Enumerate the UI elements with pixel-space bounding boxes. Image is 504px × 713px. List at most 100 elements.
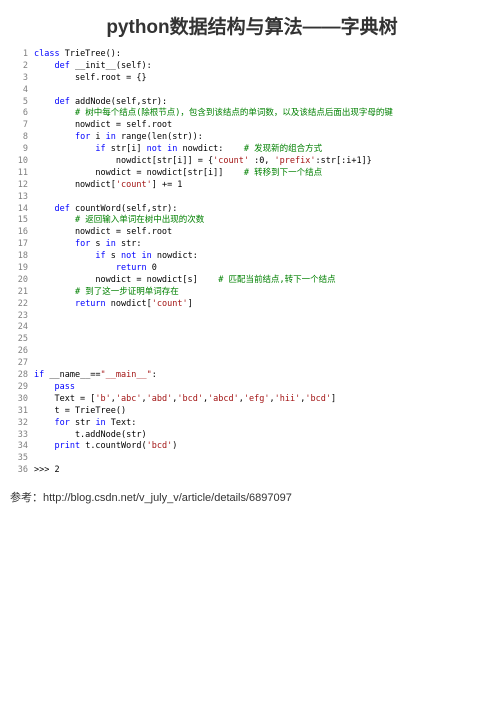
code-block: 1class TrieTree():2 def __init__(self):3… bbox=[0, 45, 504, 481]
code-line: 13 bbox=[10, 192, 494, 204]
code-content: if str[i] not in nowdict: # 发现新的组合方式 bbox=[34, 144, 322, 156]
line-number: 21 bbox=[10, 287, 28, 299]
code-content bbox=[34, 85, 39, 97]
code-content: nowdict[str[i]] = {'count' :0, 'prefix':… bbox=[34, 156, 372, 168]
code-content: for i in range(len(str)): bbox=[34, 132, 203, 144]
code-content: # 树中每个结点(除根节点)，包含到该结点的单词数，以及该结点后面出现字母的键 bbox=[34, 108, 393, 120]
code-line: 35 bbox=[10, 453, 494, 465]
code-line: 33 t.addNode(str) bbox=[10, 430, 494, 442]
line-number: 6 bbox=[10, 108, 28, 120]
code-content: def countWord(self,str): bbox=[34, 204, 177, 216]
line-number: 32 bbox=[10, 418, 28, 430]
code-content: self.root = {} bbox=[34, 73, 147, 85]
line-number: 23 bbox=[10, 311, 28, 323]
code-line: 19 return 0 bbox=[10, 263, 494, 275]
code-content bbox=[34, 334, 39, 346]
code-line: 8 for i in range(len(str)): bbox=[10, 132, 494, 144]
code-content: def addNode(self,str): bbox=[34, 97, 167, 109]
line-number: 2 bbox=[10, 61, 28, 73]
code-content: t.addNode(str) bbox=[34, 430, 147, 442]
line-number: 33 bbox=[10, 430, 28, 442]
code-content: t = TrieTree() bbox=[34, 406, 126, 418]
line-number: 15 bbox=[10, 215, 28, 227]
line-number: 28 bbox=[10, 370, 28, 382]
code-line: 20 nowdict = nowdict[s] # 匹配当前结点,转下一个结点 bbox=[10, 275, 494, 287]
code-content: >>> 2 bbox=[34, 465, 60, 477]
code-content: nowdict = nowdict[s] # 匹配当前结点,转下一个结点 bbox=[34, 275, 336, 287]
code-line: 27 bbox=[10, 358, 494, 370]
code-content: # 返回输入单词在树中出现的次数 bbox=[34, 215, 204, 227]
code-line: 16 nowdict = self.root bbox=[10, 227, 494, 239]
code-line: 26 bbox=[10, 346, 494, 358]
code-line: 32 for str in Text: bbox=[10, 418, 494, 430]
code-content: for str in Text: bbox=[34, 418, 136, 430]
code-line: 4 bbox=[10, 85, 494, 97]
code-line: 21 # 到了这一步证明单词存在 bbox=[10, 287, 494, 299]
line-number: 16 bbox=[10, 227, 28, 239]
line-number: 13 bbox=[10, 192, 28, 204]
line-number: 26 bbox=[10, 346, 28, 358]
line-number: 8 bbox=[10, 132, 28, 144]
code-line: 29 pass bbox=[10, 382, 494, 394]
line-number: 31 bbox=[10, 406, 28, 418]
code-line: 18 if s not in nowdict: bbox=[10, 251, 494, 263]
line-number: 36 bbox=[10, 465, 28, 477]
line-number: 10 bbox=[10, 156, 28, 168]
line-number: 4 bbox=[10, 85, 28, 97]
line-number: 12 bbox=[10, 180, 28, 192]
line-number: 1 bbox=[10, 49, 28, 61]
line-number: 29 bbox=[10, 382, 28, 394]
code-content: if __name__=="__main__": bbox=[34, 370, 157, 382]
code-content: if s not in nowdict: bbox=[34, 251, 198, 263]
code-line: 25 bbox=[10, 334, 494, 346]
line-number: 30 bbox=[10, 394, 28, 406]
code-line: 1class TrieTree(): bbox=[10, 49, 494, 61]
line-number: 19 bbox=[10, 263, 28, 275]
code-line: 7 nowdict = self.root bbox=[10, 120, 494, 132]
line-number: 11 bbox=[10, 168, 28, 180]
code-line: 15 # 返回输入单词在树中出现的次数 bbox=[10, 215, 494, 227]
line-number: 20 bbox=[10, 275, 28, 287]
line-number: 18 bbox=[10, 251, 28, 263]
code-content: nowdict = nowdict[str[i]] # 转移到下一个结点 bbox=[34, 168, 322, 180]
code-line: 28 if __name__=="__main__": bbox=[10, 370, 494, 382]
code-content: for s in str: bbox=[34, 239, 142, 251]
code-line: 36 >>> 2 bbox=[10, 465, 494, 477]
code-content: print t.countWord('bcd') bbox=[34, 441, 177, 453]
code-content: def __init__(self): bbox=[34, 61, 152, 73]
code-line: 31 t = TrieTree() bbox=[10, 406, 494, 418]
line-number: 7 bbox=[10, 120, 28, 132]
line-number: 24 bbox=[10, 322, 28, 334]
code-content: nowdict['count'] += 1 bbox=[34, 180, 182, 192]
code-line: 6 # 树中每个结点(除根节点)，包含到该结点的单词数，以及该结点后面出现字母的… bbox=[10, 108, 494, 120]
code-content: pass bbox=[34, 382, 75, 394]
code-content bbox=[34, 311, 39, 323]
code-line: 3 self.root = {} bbox=[10, 73, 494, 85]
code-content: # 到了这一步证明单词存在 bbox=[34, 287, 179, 299]
line-number: 17 bbox=[10, 239, 28, 251]
code-line: 24 bbox=[10, 322, 494, 334]
line-number: 9 bbox=[10, 144, 28, 156]
code-content: nowdict = self.root bbox=[34, 227, 172, 239]
code-line: 17 for s in str: bbox=[10, 239, 494, 251]
code-line: 2 def __init__(self): bbox=[10, 61, 494, 73]
line-number: 34 bbox=[10, 441, 28, 453]
line-number: 22 bbox=[10, 299, 28, 311]
line-number: 25 bbox=[10, 334, 28, 346]
code-line: 23 bbox=[10, 311, 494, 323]
code-line: 22 return nowdict['count'] bbox=[10, 299, 494, 311]
code-line: 30 Text = ['b','abc','abd','bcd','abcd',… bbox=[10, 394, 494, 406]
line-number: 35 bbox=[10, 453, 28, 465]
code-line: 11 nowdict = nowdict[str[i]] # 转移到下一个结点 bbox=[10, 168, 494, 180]
code-content: nowdict = self.root bbox=[34, 120, 172, 132]
page-title: python数据结构与算法——字典树 bbox=[0, 0, 504, 45]
code-line: 14 def countWord(self,str): bbox=[10, 204, 494, 216]
code-content bbox=[34, 192, 39, 204]
line-number: 5 bbox=[10, 97, 28, 109]
line-number: 3 bbox=[10, 73, 28, 85]
code-content: return nowdict['count'] bbox=[34, 299, 193, 311]
code-line: 10 nowdict[str[i]] = {'count' :0, 'prefi… bbox=[10, 156, 494, 168]
code-content: Text = ['b','abc','abd','bcd','abcd','ef… bbox=[34, 394, 336, 406]
code-line: 9 if str[i] not in nowdict: # 发现新的组合方式 bbox=[10, 144, 494, 156]
line-number: 14 bbox=[10, 204, 28, 216]
